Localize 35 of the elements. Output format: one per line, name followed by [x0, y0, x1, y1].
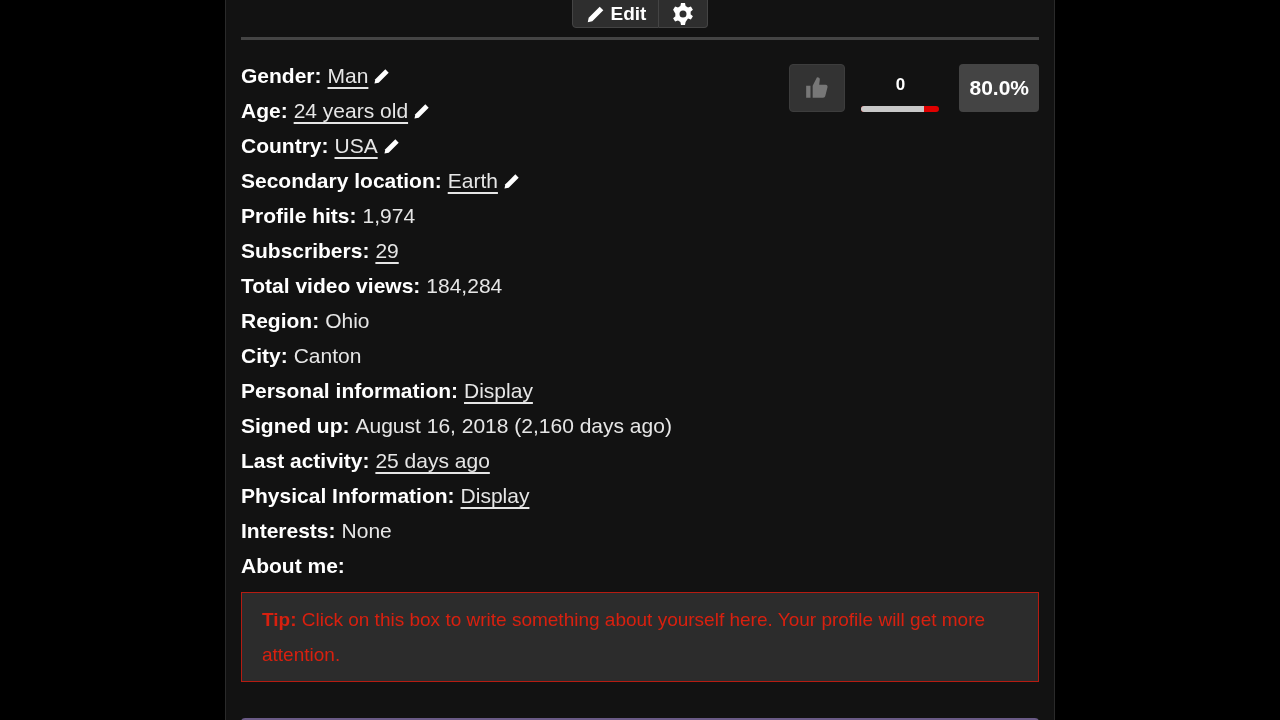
field-value: 184,284 [426, 273, 503, 299]
field-label: Region: [241, 308, 320, 334]
field-label: About me: [241, 553, 345, 579]
field-link[interactable]: USA [334, 130, 402, 162]
field-value: None [341, 518, 392, 544]
field-label: City: [241, 343, 288, 369]
field-link[interactable]: Display [460, 480, 530, 512]
field-link[interactable]: Display [464, 375, 533, 407]
field-value: Canton [293, 343, 362, 369]
field-label: Personal information: [241, 378, 459, 404]
field-value: Ohio [325, 308, 370, 334]
field-label: Signed up: [241, 413, 350, 439]
field-label: Country: [241, 133, 329, 159]
edit-button[interactable]: Edit [571, 0, 660, 28]
field-label: Interests: [241, 518, 336, 544]
field-link[interactable]: 25 days ago [375, 445, 490, 477]
field-label: Subscribers: [241, 238, 370, 264]
field-label: Total video views: [241, 273, 421, 299]
field-link[interactable]: 24 years old [293, 95, 433, 127]
field-link[interactable]: 29 [375, 235, 399, 267]
field-link[interactable]: Man [327, 60, 393, 92]
like-button[interactable] [789, 64, 846, 112]
field-link[interactable]: Earth [447, 165, 522, 197]
field-label: Secondary location: [241, 168, 442, 194]
field-label: Last activity: [241, 448, 370, 474]
rating-percent: 80.0% [959, 64, 1039, 112]
field-label: Age: [241, 98, 288, 124]
settings-button[interactable] [659, 0, 709, 28]
settings-icon [671, 2, 696, 26]
field-label: Physical Information: [241, 483, 455, 509]
like-count: 0 [895, 74, 906, 96]
field-label: Gender: [241, 63, 322, 89]
field-value: 1,974 [362, 203, 416, 229]
field-label: Profile hits: [241, 203, 357, 229]
field-value: August 16, 2018 (2,160 days ago) [355, 413, 672, 439]
